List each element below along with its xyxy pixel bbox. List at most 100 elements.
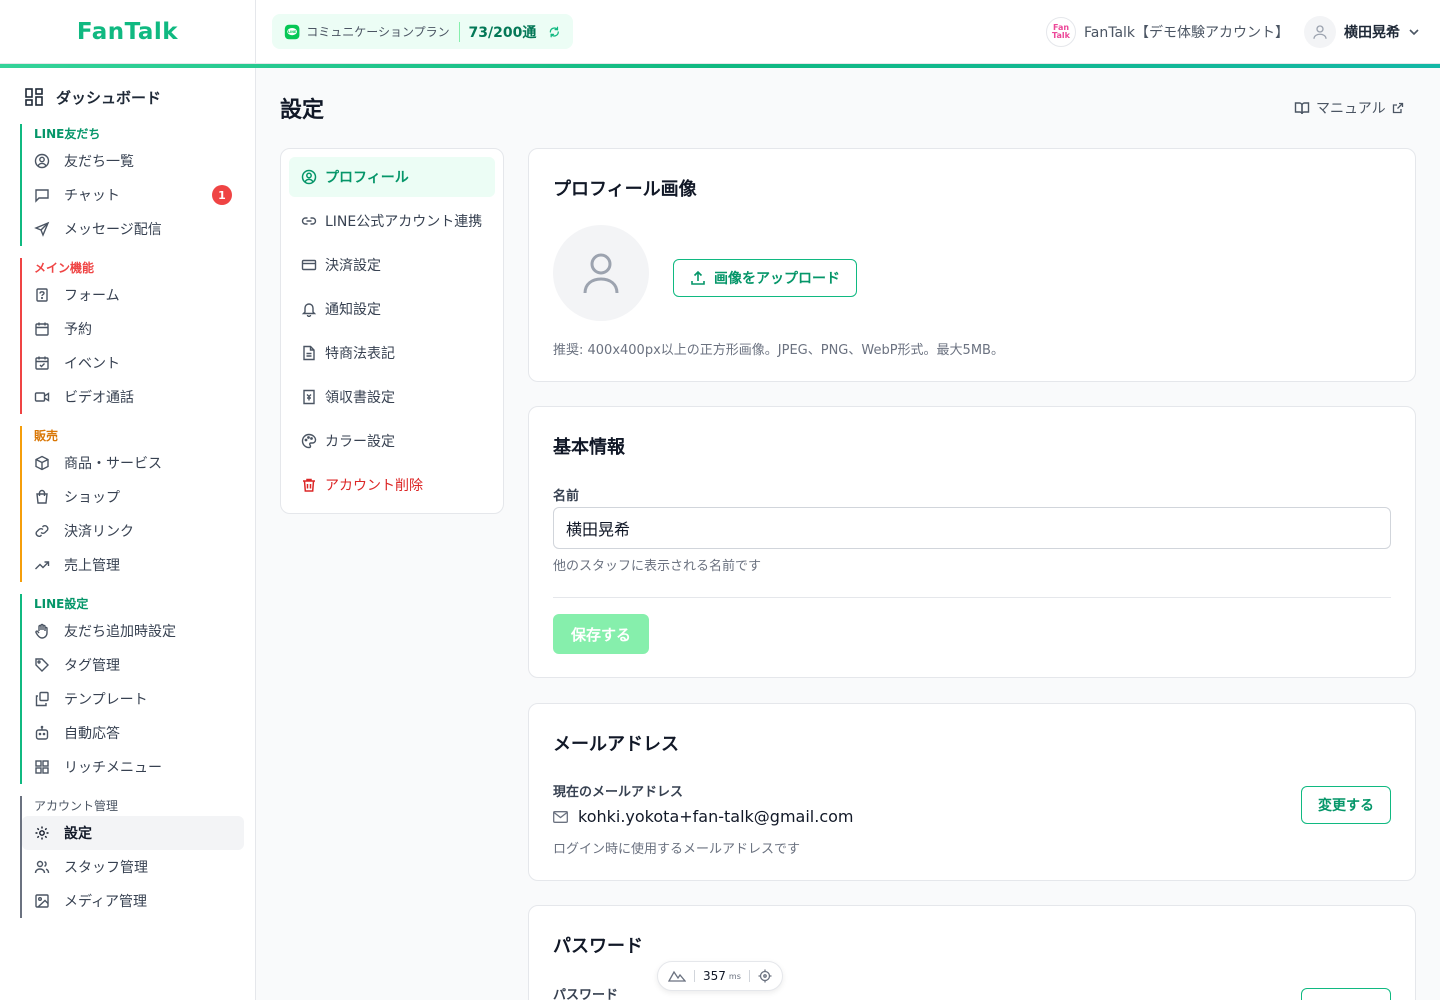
tab-label: カラー設定 — [325, 434, 395, 450]
sidebar-item-label: ビデオ通話 — [64, 390, 134, 406]
sidebar-item-label: 売上管理 — [64, 558, 120, 574]
sidebar-item-media[interactable]: メディア管理 — [22, 884, 244, 918]
nav-group-line-settings: LINE設定 友だち追加時設定 タグ管理 テンプレート 自動応答 リッチメニュー — [20, 594, 244, 784]
sidebar-item-rich-menu[interactable]: リッチメニュー — [22, 750, 244, 784]
sidebar-item-label: ダッシュボード — [56, 88, 162, 107]
tab-label: アカウント削除 — [325, 478, 423, 494]
sidebar-item-settings[interactable]: 設定 — [22, 816, 244, 850]
refresh-icon[interactable] — [548, 25, 561, 39]
sidebar-item-products[interactable]: 商品・サービス — [22, 446, 244, 480]
save-button[interactable]: 保存する — [553, 614, 649, 654]
change-password-button[interactable] — [1301, 988, 1391, 1000]
receipt-icon — [303, 389, 315, 405]
upload-image-button[interactable]: 画像をアップロード — [673, 259, 857, 297]
sidebar-item-dashboard[interactable]: ダッシュボード — [24, 86, 161, 108]
sidebar-item-shop[interactable]: ショップ — [22, 480, 244, 514]
brand-logo[interactable]: FanTalk — [77, 19, 178, 45]
sidebar-item-payment-link[interactable]: 決済リンク — [22, 514, 244, 548]
sidebar-item-sales-management[interactable]: 売上管理 — [22, 548, 244, 582]
sidebar-item-label: リッチメニュー — [64, 760, 162, 776]
name-field[interactable] — [553, 507, 1391, 549]
tab-label: 特商法表記 — [325, 346, 395, 362]
tab-label: 領収書設定 — [325, 390, 395, 406]
tab-line-official[interactable]: LINE公式アカウント連携 — [289, 201, 495, 241]
link-icon — [301, 217, 317, 225]
trash-icon — [303, 478, 315, 492]
group-title: LINE友だち — [34, 127, 101, 141]
sidebar-item-form[interactable]: フォーム — [22, 278, 244, 312]
image-icon — [35, 894, 49, 908]
sidebar-item-label: 友だち一覧 — [64, 154, 134, 170]
users-icon — [34, 860, 50, 874]
tab-receipt[interactable]: 領収書設定 — [289, 377, 495, 417]
tab-payment[interactable]: 決済設定 — [289, 245, 495, 285]
profile-image-card: プロフィール画像 画像をアップロード 推奨: 400x400px以上の正方形画像… — [528, 148, 1416, 382]
sidebar-item-label: 自動応答 — [64, 726, 120, 742]
perf-unit: ms — [728, 971, 741, 981]
sidebar-item-label: ショップ — [64, 490, 120, 506]
account-name: FanTalk【デモ体験アカウント】 — [1084, 25, 1290, 41]
card-title: パスワード — [553, 936, 643, 957]
current-email: kohki.yokota+fan-talk@gmail.com — [578, 807, 854, 826]
tab-commerce-law[interactable]: 特商法表記 — [289, 333, 495, 373]
bell-icon — [301, 303, 317, 317]
divider — [748, 970, 750, 982]
sidebar-item-label: 予約 — [64, 322, 92, 338]
line-icon: LINE — [284, 24, 300, 39]
tab-notifications[interactable]: 通知設定 — [289, 289, 495, 329]
mountain-icon — [668, 970, 686, 982]
nav-group-sales: 販売 商品・サービス ショップ 決済リンク 売上管理 — [20, 426, 244, 582]
plan-label: コミュニケーションプラン — [306, 25, 450, 39]
sidebar-item-label: スタッフ管理 — [64, 860, 148, 876]
sidebar-item-video-call[interactable]: ビデオ通話 — [22, 380, 244, 414]
user-menu[interactable]: 横田晃希 — [1304, 16, 1420, 48]
divider — [694, 970, 695, 982]
sidebar-item-reservation[interactable]: 予約 — [22, 312, 244, 346]
tab-color[interactable]: カラー設定 — [289, 421, 495, 461]
sidebar-item-friends[interactable]: 友だち一覧 — [22, 144, 244, 178]
sidebar-item-label: テンプレート — [64, 692, 148, 708]
image-hint: 推奨: 400x400px以上の正方形画像。JPEG、PNG、WebP形式。最大… — [553, 343, 1004, 358]
performance-indicator: 357 ms — [657, 961, 783, 991]
target-icon[interactable] — [758, 969, 772, 983]
top-header: FanTalk LINE コミュニケーションプラン 73/200通 Fan Ta… — [0, 0, 1440, 64]
card-title: 基本情報 — [553, 437, 625, 458]
sidebar-item-staff[interactable]: スタッフ管理 — [22, 850, 244, 884]
sidebar-item-template[interactable]: テンプレート — [22, 682, 244, 716]
sidebar-item-friend-add-settings[interactable]: 友だち追加時設定 — [22, 614, 244, 648]
gear-icon — [35, 826, 49, 840]
account-switcher[interactable]: Fan Talk FanTalk【デモ体験アカウント】 — [1046, 16, 1289, 48]
message-count: 73/200通 — [468, 24, 537, 41]
tab-label: プロフィール — [325, 170, 409, 186]
tab-profile[interactable]: プロフィール — [289, 157, 495, 197]
book-icon — [1294, 102, 1310, 115]
manual-link[interactable]: マニュアル — [1294, 98, 1404, 118]
calendar-icon — [35, 322, 49, 336]
upload-icon — [691, 270, 705, 285]
divider — [553, 597, 1391, 598]
current-email-label: 現在のメールアドレス — [553, 785, 684, 800]
card-title: メールアドレス — [553, 734, 679, 755]
user-circle-icon — [34, 153, 50, 169]
sidebar-item-label: イベント — [64, 356, 120, 372]
tab-delete-account[interactable]: アカウント削除 — [289, 465, 495, 505]
sidebar-item-tag-management[interactable]: タグ管理 — [22, 648, 244, 682]
user-circle-icon — [301, 169, 317, 185]
document-icon — [303, 345, 315, 361]
user-icon — [583, 253, 619, 294]
sidebar-item-message-delivery[interactable]: メッセージ配信 — [22, 212, 244, 246]
email-hint: ログイン時に使用するメールアドレスです — [553, 842, 801, 857]
manual-label: マニュアル — [1316, 101, 1386, 117]
sidebar-item-chat[interactable]: チャット 1 — [22, 178, 244, 212]
sidebar-item-label: 商品・サービス — [64, 456, 162, 472]
name-hint: 他のスタッフに表示される名前です — [553, 559, 762, 574]
sidebar-item-event[interactable]: イベント — [22, 346, 244, 380]
tab-label: LINE公式アカウント連携 — [325, 214, 483, 230]
group-title: メイン機能 — [34, 261, 95, 275]
nav-group-line-friends: LINE友だち 友だち一覧 チャット 1 メッセージ配信 — [20, 124, 244, 246]
page-title: 設定 — [280, 98, 325, 123]
trending-up-icon — [35, 561, 50, 570]
sidebar-item-label: フォーム — [64, 288, 120, 304]
sidebar-item-auto-reply[interactable]: 自動応答 — [22, 716, 244, 750]
change-email-button[interactable]: 変更する — [1301, 786, 1391, 824]
